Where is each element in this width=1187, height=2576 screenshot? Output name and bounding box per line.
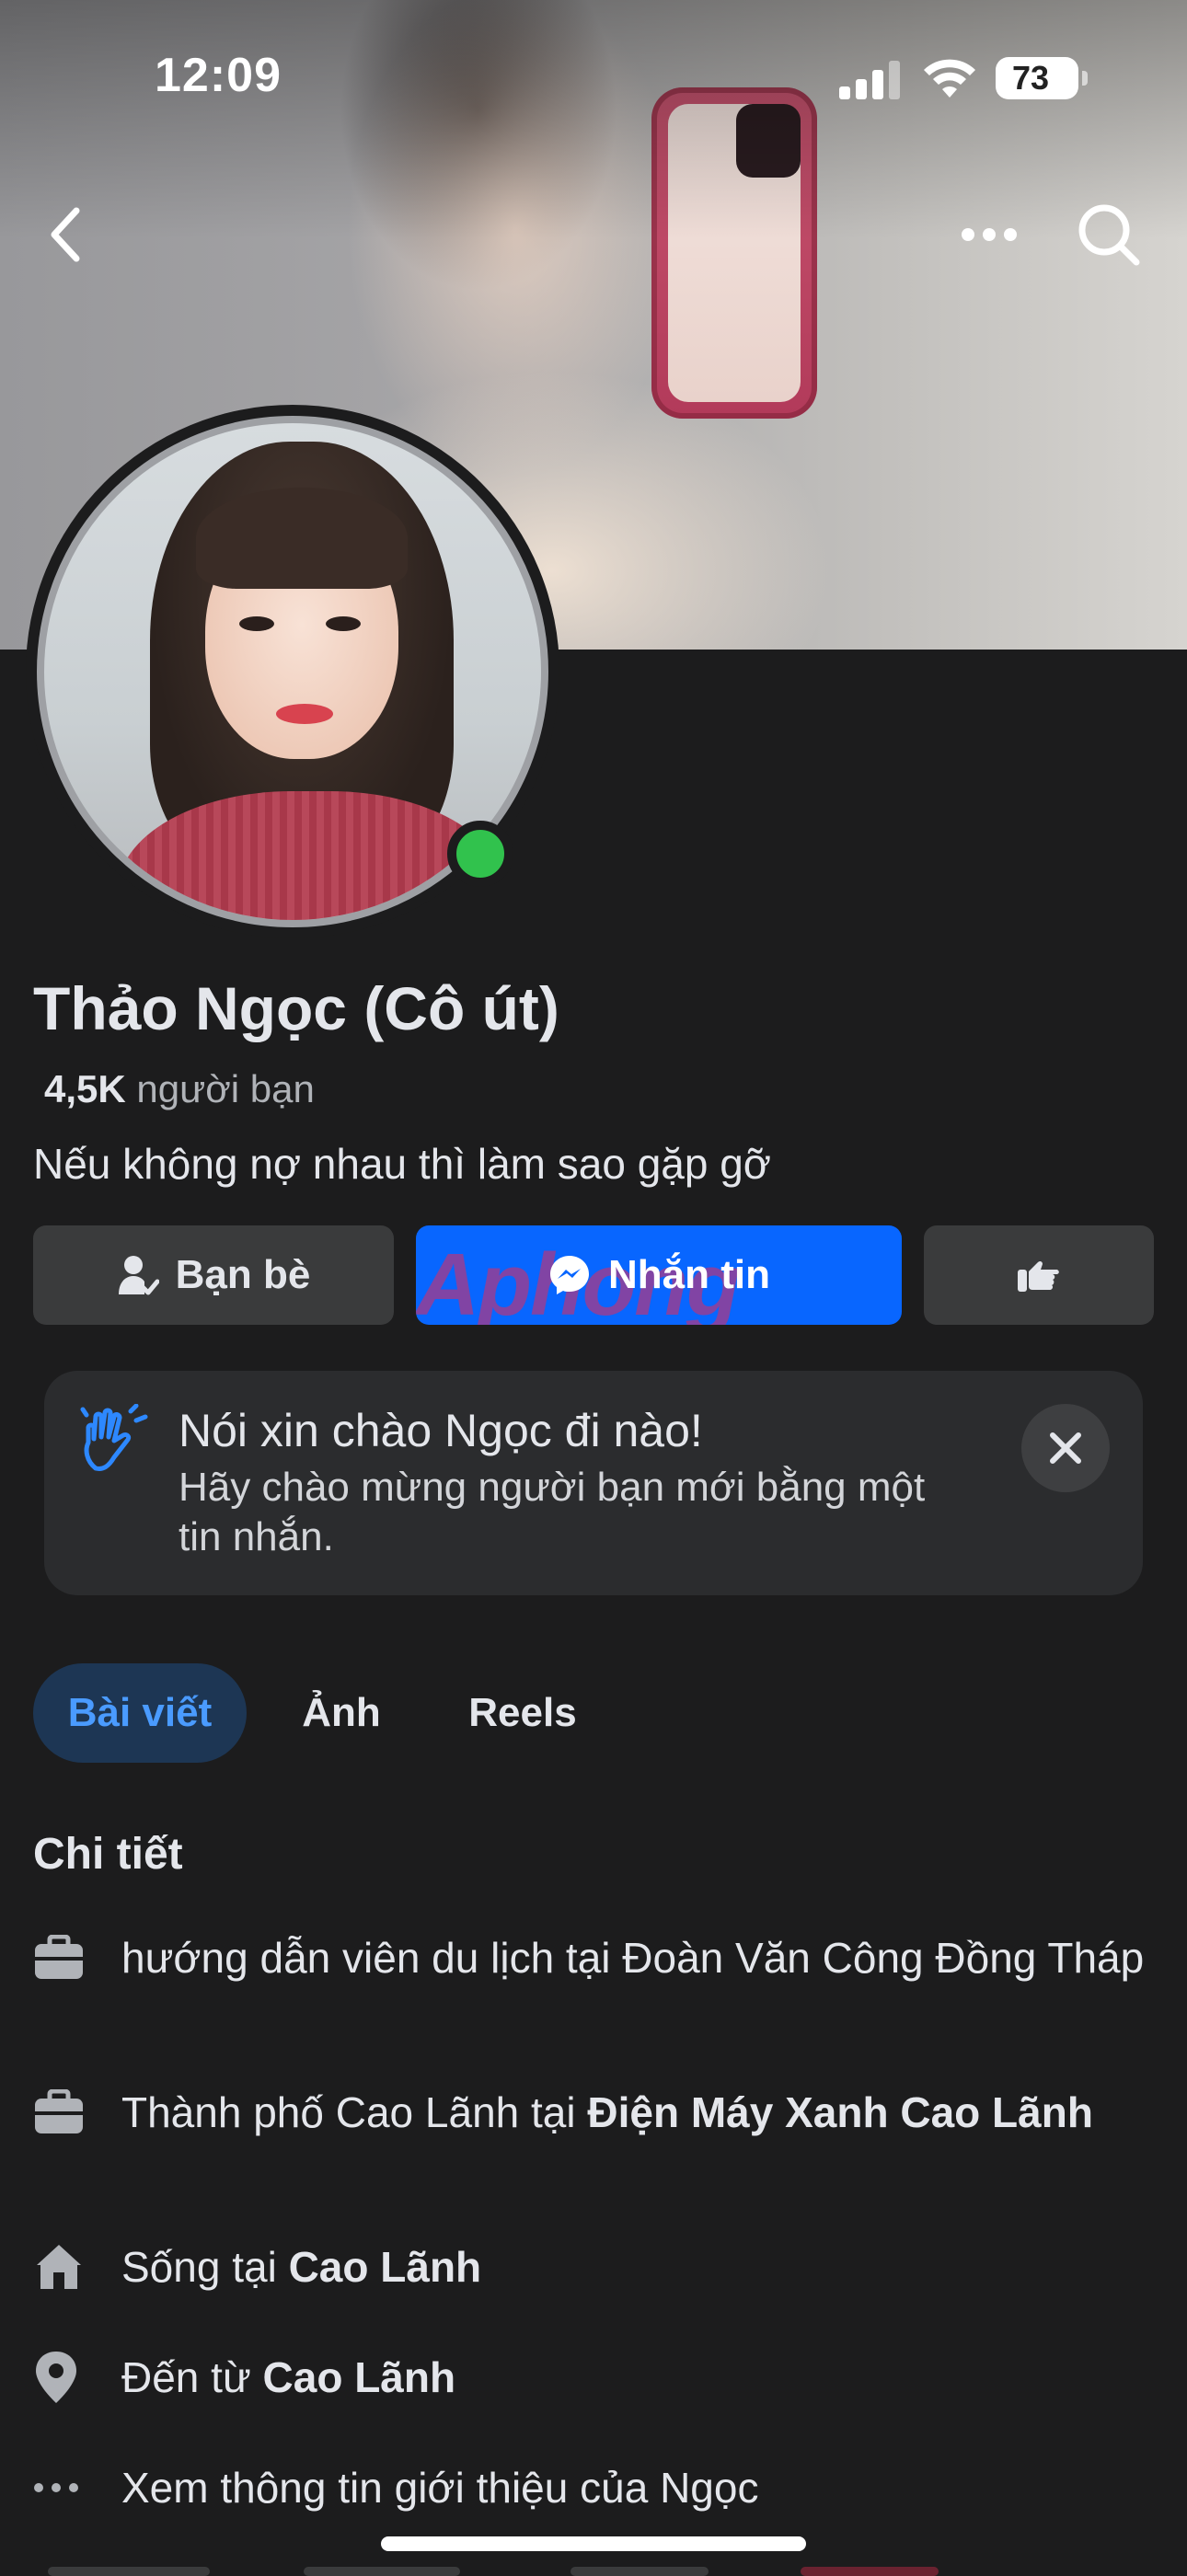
status-time: 12:09 <box>155 49 282 102</box>
friends-count[interactable]: 4,5K người bạn <box>44 1067 315 1111</box>
briefcase-icon <box>35 2089 83 2133</box>
location-pin-icon <box>36 2352 76 2403</box>
poke-button[interactable] <box>924 1225 1154 1325</box>
friends-button[interactable]: Bạn bè <box>33 1225 394 1325</box>
greeting-title: Nói xin chào Ngọc đi nào! <box>179 1405 703 1456</box>
next-content-peek <box>570 2567 709 2576</box>
tab-reels[interactable]: Reels <box>440 1663 605 1763</box>
greeting-close-button[interactable] <box>1021 1404 1110 1492</box>
search-button[interactable] <box>1067 193 1150 276</box>
battery-level: 73 <box>1011 59 1050 97</box>
detail-work-2: Thành phố Cao Lãnh tại Điện Máy Xanh Cao… <box>33 2085 1156 2140</box>
more-options-button[interactable] <box>948 193 1031 276</box>
messenger-icon <box>550 1256 589 1294</box>
profile-name: Thảo Ngọc (Cô út) <box>33 974 559 1042</box>
tab-photos[interactable]: Ảnh <box>272 1663 410 1763</box>
detail-see-more[interactable]: Xem thông tin giới thiệu của Ngọc <box>33 2460 1156 2515</box>
next-content-peek <box>304 2567 460 2576</box>
friends-count-label: người bạn <box>136 1067 315 1110</box>
wifi-icon <box>924 59 975 98</box>
detail-work-2-text: Thành phố Cao Lãnh tại Điện Máy Xanh Cao… <box>121 2085 1093 2140</box>
close-icon <box>1050 1432 1081 1464</box>
home-indicator[interactable] <box>381 2536 806 2551</box>
briefcase-icon <box>35 1935 83 1979</box>
back-button[interactable] <box>24 193 107 276</box>
ellipsis-icon <box>34 2483 78 2492</box>
cellular-signal-icon <box>839 61 900 99</box>
detail-from-place[interactable]: Cao Lãnh <box>263 2353 456 2401</box>
friends-count-number: 4,5K <box>44 1067 126 1110</box>
next-content-peek <box>48 2567 210 2576</box>
message-button[interactable]: Aphong Nhắn tin <box>416 1225 902 1325</box>
chevron-left-icon <box>51 207 80 262</box>
home-icon <box>37 2245 81 2289</box>
ellipsis-icon <box>962 228 1017 241</box>
tab-posts[interactable]: Bài viết <box>33 1663 247 1763</box>
message-button-label: Nhắn tin <box>608 1252 770 1297</box>
greeting-subtitle: Hãy chào mừng người bạn mới bằng một tin… <box>179 1465 926 1559</box>
greeting-card: Nói xin chào Ngọc đi nào! Hãy chào mừng … <box>44 1371 1143 1595</box>
detail-work-1: hướng dẫn viên du lịch tại Đoàn Văn Công… <box>33 1930 1156 1985</box>
detail-from-prefix: Đến từ <box>121 2353 263 2401</box>
profile-bio: Nếu không nợ nhau thì làm sao gặp gỡ <box>33 1140 771 1188</box>
detail-work-2-prefix: Thành phố Cao Lãnh tại <box>121 2088 588 2136</box>
detail-work-2-place[interactable]: Điện Máy Xanh Cao Lãnh <box>587 2088 1093 2136</box>
next-content-peek <box>801 2567 939 2576</box>
search-icon <box>1078 204 1140 266</box>
detail-from: Đến từ Cao Lãnh <box>33 2350 1156 2405</box>
detail-see-more-text: Xem thông tin giới thiệu của Ngọc <box>121 2464 759 2512</box>
detail-lives-in-prefix: Sống tại <box>121 2243 289 2291</box>
detail-lives-in-place[interactable]: Cao Lãnh <box>289 2243 482 2291</box>
details-section-title: Chi tiết <box>33 1830 183 1879</box>
detail-lives-in: Sống tại Cao Lãnh <box>33 2239 1156 2294</box>
friends-button-label: Bạn bè <box>175 1252 311 1297</box>
battery-icon: 73 <box>996 57 1088 99</box>
detail-work-1-text: hướng dẫn viên du lịch tại Đoàn Văn Công… <box>121 1934 1145 1982</box>
friend-check-icon <box>118 1256 159 1295</box>
online-status-indicator <box>447 821 513 887</box>
detail-from-text: Đến từ Cao Lãnh <box>121 2350 455 2405</box>
wave-hand-icon <box>80 1404 148 1471</box>
poke-hand-icon <box>1018 1260 1059 1292</box>
detail-lives-in-text: Sống tại Cao Lãnh <box>121 2239 481 2294</box>
